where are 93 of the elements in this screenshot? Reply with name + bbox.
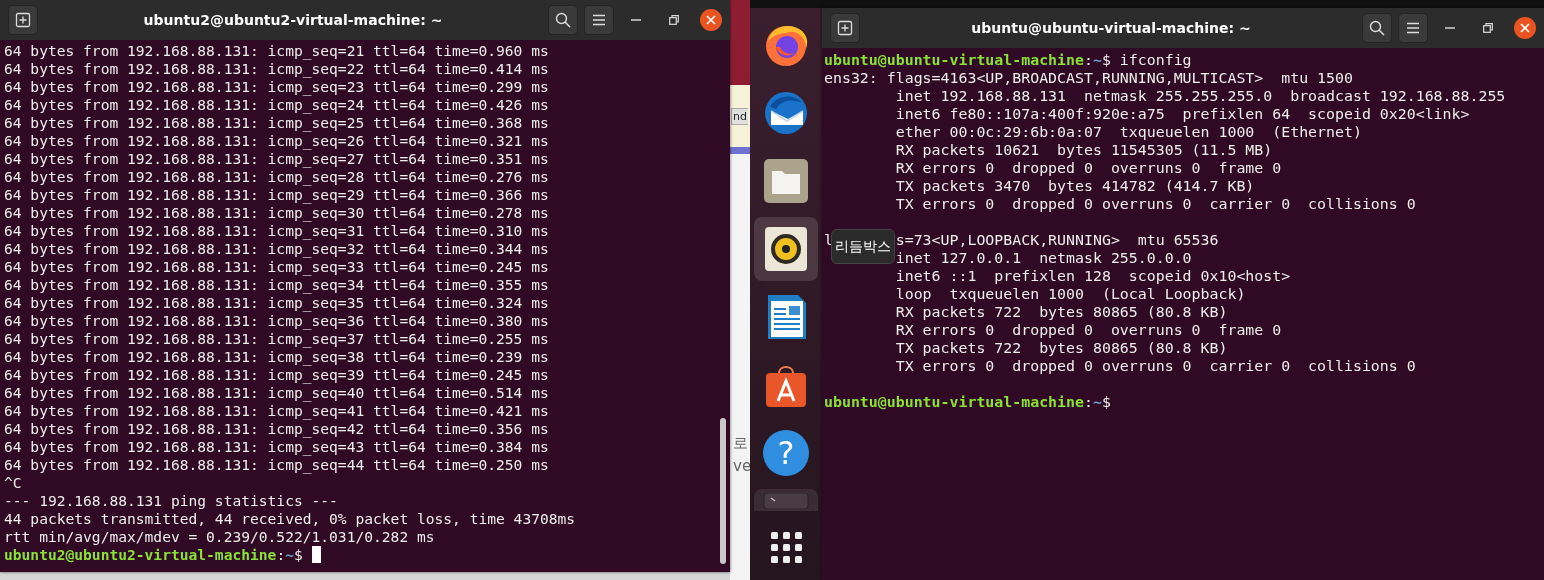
restore-icon (669, 15, 679, 25)
background-text: 로 (733, 434, 748, 453)
terminal-line: inet6 fe80::107a:400f:920e:a75 prefixlen 64 scopeid 0x20<link> (894, 105, 1471, 123)
terminal-line: inet 127.0.0.1 netmask 255.0.0.0 (894, 249, 1193, 267)
terminal-command: ifconfig (1118, 51, 1192, 69)
prompt-user-host: ubuntu@ubuntu-virtual-machine (824, 393, 1084, 411)
prompt-symbol: $ (1101, 393, 1111, 411)
restore-icon (1483, 23, 1493, 33)
terminal-line: 64 bytes from 192.168.88.131: icmp_seq=38 ttl=64 time=0.239 ms (4, 348, 550, 366)
help-icon: ? (763, 430, 809, 476)
terminal-line: RX packets 722 bytes 80865 (80.8 KB) (894, 303, 1229, 321)
close-button[interactable] (700, 9, 722, 31)
tooltip: 리듬박스 (831, 229, 895, 264)
terminal-line: 64 bytes from 192.168.88.131: icmp_seq=32 ttl=64 time=0.344 ms (4, 240, 550, 258)
prompt-path: ~ (285, 546, 294, 564)
terminal-line: ether 00:0c:29:6b:0a:07 txqueuelen 1000 (Ethernet) (894, 123, 1363, 141)
terminal-line: 64 bytes from 192.168.88.131: icmp_seq=31 ttl=64 time=0.310 ms (4, 222, 550, 240)
terminal-line: 64 bytes from 192.168.88.131: icmp_seq=39 ttl=64 time=0.245 ms (4, 366, 550, 384)
terminal-line: 64 bytes from 192.168.88.131: icmp_seq=28 ttl=64 time=0.276 ms (4, 168, 550, 186)
close-icon (1520, 23, 1530, 33)
terminal-line: 64 bytes from 192.168.88.131: icmp_seq=27 ttl=64 time=0.351 ms (4, 150, 550, 168)
terminal-line: 64 bytes from 192.168.88.131: icmp_seq=21 ttl=64 time=0.960 ms (4, 42, 550, 60)
terminal-line: 64 bytes from 192.168.88.131: icmp_seq=26 ttl=64 time=0.321 ms (4, 132, 550, 150)
prompt-colon: : (1084, 393, 1093, 411)
terminal-line: 64 bytes from 192.168.88.131: icmp_seq=43 ttl=64 time=0.384 ms (4, 438, 550, 456)
terminal-line: TX errors 0 dropped 0 overruns 0 carrier 0 collisions 0 (894, 195, 1417, 213)
terminal-line: 64 bytes from 192.168.88.131: icmp_seq=23 ttl=64 time=0.299 ms (4, 78, 550, 96)
selection-bar (730, 147, 750, 154)
prompt-user-host: ubuntu@ubuntu-virtual-machine (824, 51, 1084, 69)
terminal-line: rtt min/avg/max/mdev = 0.239/0.522/1.031/0.282 ms (4, 528, 436, 546)
terminal-line: 64 bytes from 192.168.88.131: icmp_seq=24 ttl=64 time=0.426 ms (4, 96, 550, 114)
terminal-line: RX errors 0 dropped 0 overruns 0 frame 0 (894, 159, 1283, 177)
menu-icon (592, 14, 606, 26)
close-icon (706, 15, 716, 25)
terminal-line: 64 bytes from 192.168.88.131: icmp_seq=30 ttl=64 time=0.278 ms (4, 204, 550, 222)
new-tab-button[interactable] (8, 5, 38, 35)
background-text: ve (733, 457, 752, 475)
terminal-line: RX errors 0 dropped 0 overruns 0 frame 0 (894, 321, 1283, 339)
prompt-path: ~ (1092, 51, 1102, 69)
scrollbar-thumb[interactable] (720, 418, 726, 564)
minimize-icon (1445, 26, 1455, 30)
prompt-colon: : (1084, 51, 1093, 69)
prompt-symbol: $ (1101, 51, 1111, 69)
window-title: ubuntu2@ubuntu2-virtual-machine: ~ (142, 12, 444, 28)
menu-button[interactable] (584, 5, 614, 35)
terminal-text: l (824, 231, 833, 249)
terminal-line: 64 bytes from 192.168.88.131: icmp_seq=35 ttl=64 time=0.324 ms (4, 294, 550, 312)
folder-icon (762, 157, 810, 205)
terminal-line: RX packets 10621 bytes 11545305 (11.5 MB) (894, 141, 1274, 159)
search-icon (1369, 20, 1385, 36)
terminal-line: 44 packets transmitted, 44 received, 0% packet loss, time 43708ms (4, 510, 577, 528)
terminal-line: --- 192.168.88.131 ping statistics --- (4, 492, 339, 510)
terminal-line: 64 bytes from 192.168.88.131: icmp_seq=25 ttl=64 time=0.368 ms (4, 114, 550, 132)
search-icon (555, 12, 571, 28)
dock-item[interactable] (754, 217, 818, 281)
new-tab-icon (15, 12, 31, 28)
new-tab-button[interactable] (830, 13, 860, 43)
terminal-line: TX packets 722 bytes 80865 (80.8 KB) (894, 339, 1229, 357)
terminal-line: 64 bytes from 192.168.88.131: icmp_seq=37 ttl=64 time=0.255 ms (4, 330, 550, 348)
background-button[interactable]: nd (731, 108, 748, 125)
terminal-line: ^C (4, 474, 23, 492)
terminal-line: 64 bytes from 192.168.88.131: icmp_seq=22 ttl=64 time=0.414 ms (4, 60, 550, 78)
terminal-icon (762, 493, 810, 509)
new-tab-icon (837, 20, 853, 36)
terminal-line: loop txqueuelen 1000 (Local Loopback) (894, 285, 1247, 303)
terminal-line: inet6 ::1 prefixlen 128 scopeid 0x10<host> (894, 267, 1292, 285)
close-button[interactable] (1514, 17, 1536, 39)
app-grid-icon (770, 531, 802, 563)
terminal-line: 64 bytes from 192.168.88.131: icmp_seq=44 ttl=64 time=0.250 ms (4, 456, 550, 474)
terminal-line: TX errors 0 dropped 0 overruns 0 carrier 0 collisions 0 (894, 357, 1417, 375)
search-button[interactable] (548, 5, 578, 35)
prompt-colon: : (276, 546, 286, 564)
menu-icon (1406, 22, 1420, 34)
terminal-line: ens32: flags=4163<UP,BROADCAST,RUNNING,MULTICAST> mtu 1500 (824, 69, 1354, 87)
terminal-line: inet 192.168.88.131 netmask 255.255.255.0 broadcast 192.168.88.255 (894, 87, 1507, 105)
terminal-line: 64 bytes from 192.168.88.131: icmp_seq=41 ttl=64 time=0.421 ms (4, 402, 550, 420)
terminal-line: 64 bytes from 192.168.88.131: icmp_seq=40 ttl=64 time=0.514 ms (4, 384, 550, 402)
search-button[interactable] (1362, 13, 1392, 43)
speaker-icon (762, 225, 810, 273)
menu-button[interactable] (1398, 13, 1428, 43)
terminal-line: 64 bytes from 192.168.88.131: icmp_seq=36 ttl=64 time=0.380 ms (4, 312, 550, 330)
terminal-line: 64 bytes from 192.168.88.131: icmp_seq=42 ttl=64 time=0.356 ms (4, 420, 550, 438)
minimize-icon (631, 18, 641, 22)
prompt-symbol: $ (293, 546, 303, 564)
terminal-line: 64 bytes from 192.168.88.131: icmp_seq=34 ttl=64 time=0.355 ms (4, 276, 550, 294)
terminal-line: TX packets 3470 bytes 414782 (414.7 KB) (894, 177, 1256, 195)
terminal-text: s=73<UP,LOOPBACK,RUNNING> mtu 65536 (895, 231, 1219, 249)
terminal-line: 64 bytes from 192.168.88.131: icmp_seq=33 ttl=64 time=0.245 ms (4, 258, 550, 276)
terminal-line: 64 bytes from 192.168.88.131: icmp_seq=29 ttl=64 time=0.366 ms (4, 186, 550, 204)
prompt-path: ~ (1092, 393, 1102, 411)
envelope-bird-icon (762, 89, 810, 137)
window-title: ubuntu@ubuntu-virtual-machine: ~ (970, 20, 1252, 36)
prompt-user-host: ubuntu2@ubuntu2-virtual-machine (4, 546, 277, 564)
